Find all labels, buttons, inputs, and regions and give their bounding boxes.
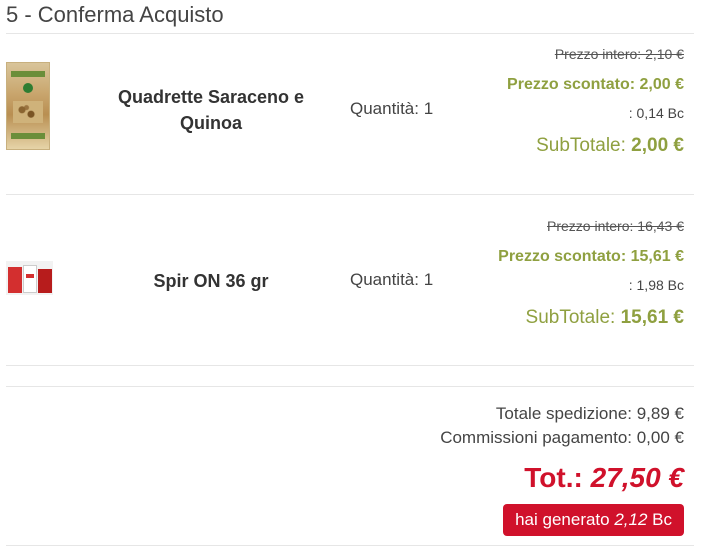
price-discounted: Prezzo scontato: 15,61 € xyxy=(424,246,684,268)
order-summary: Totale spedizione: 9,89 € Commissioni pa… xyxy=(440,402,684,536)
price-discounted-label: Prezzo scontato: xyxy=(498,248,631,265)
subtotal-label: SubTotale: xyxy=(525,307,621,328)
generated-bc-unit: Bc xyxy=(647,510,672,529)
package-logo xyxy=(23,83,33,93)
quantity: Quantità: 1 xyxy=(350,270,434,289)
price-discounted: Prezzo scontato: 2,00 € xyxy=(424,74,684,96)
cart-item: Spir ON 36 gr Quantità: 1 Prezzo intero:… xyxy=(6,195,694,365)
subtotal-label: SubTotale: xyxy=(536,135,632,156)
divider xyxy=(6,386,694,387)
price-discounted-value: 2,00 € xyxy=(639,76,684,93)
price-full: Prezzo intero: 2,10 € xyxy=(554,46,684,62)
subtotal: SubTotale: 2,00 € xyxy=(424,133,684,159)
payment-fees: Commissioni pagamento: 0,00 € xyxy=(440,428,684,447)
subtotal-value: 15,61 € xyxy=(620,307,684,328)
subtotal-value: 2,00 € xyxy=(631,135,684,156)
product-name-line: Spir ON 36 gr xyxy=(153,271,269,291)
page-title: 5 - Conferma Acquisto xyxy=(6,2,224,27)
package-box xyxy=(38,269,52,293)
package-band xyxy=(11,71,45,77)
package-box xyxy=(8,267,22,293)
quantity: Quantità: 1 xyxy=(350,99,434,118)
cart-item: Quadrette Saraceno e Quinoa Quantità: 1 … xyxy=(6,34,694,194)
package-band xyxy=(11,133,45,139)
price-block: Prezzo intero: 2,10 € Prezzo scontato: 2… xyxy=(424,44,684,159)
subtotal: SubTotale: 15,61 € xyxy=(424,305,684,331)
divider xyxy=(6,545,694,546)
price-discounted-value: 15,61 € xyxy=(630,248,684,265)
product-name: Spir ON 36 gr xyxy=(96,268,326,294)
package-box xyxy=(23,265,37,293)
product-name-line: Quadrette Saraceno e xyxy=(117,87,305,107)
price-full: Prezzo intero: 16,43 € xyxy=(547,218,684,234)
product-image xyxy=(6,261,53,295)
product-name-line: Quinoa xyxy=(180,113,242,133)
order-total-label: Tot.: xyxy=(524,462,591,493)
price-block: Prezzo intero: 16,43 € Prezzo scontato: … xyxy=(424,216,684,331)
generated-bc-badge: hai generato 2,12 Bc xyxy=(503,504,684,536)
price-bc: : 1,98 Bc xyxy=(628,277,684,293)
generated-bc-label: hai generato xyxy=(515,510,615,529)
shipping-total: Totale spedizione: 9,89 € xyxy=(495,404,684,423)
price-bc: : 0,14 Bc xyxy=(628,105,684,121)
order-total-value: 27,50 € xyxy=(590,462,684,493)
price-discounted-label: Prezzo scontato: xyxy=(507,76,640,93)
product-name: Quadrette Saraceno e Quinoa xyxy=(96,84,326,136)
package-seeds xyxy=(13,101,43,123)
order-total: Tot.: 27,50 € xyxy=(440,460,684,496)
generated-bc-value: 2,12 xyxy=(614,510,648,529)
product-image xyxy=(6,62,50,150)
divider xyxy=(6,365,694,366)
